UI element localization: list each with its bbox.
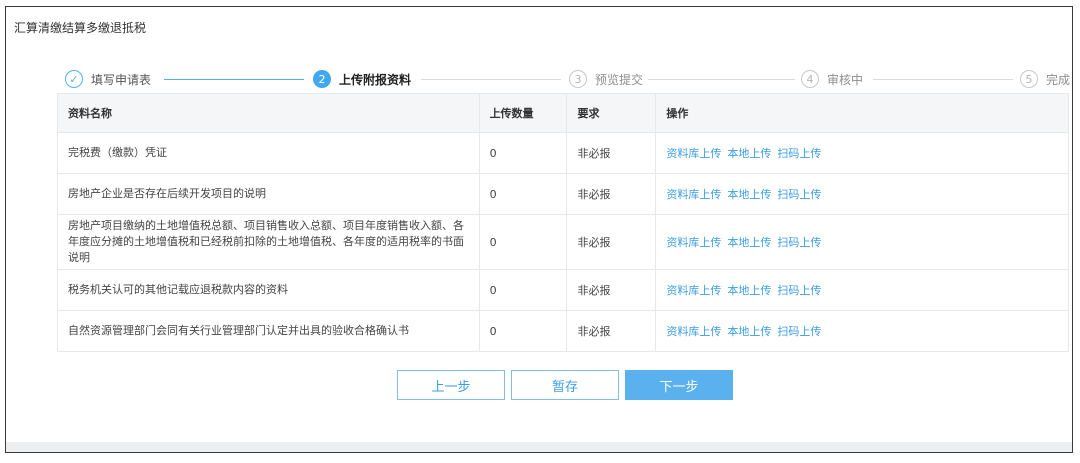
local-upload-link[interactable]: 本地上传 (727, 325, 771, 338)
step-5: 5 完成 (1020, 70, 1070, 88)
header-ops: 操作 (655, 93, 1069, 133)
prev-button[interactable]: 上一步 (397, 370, 505, 400)
requirement: 非必报 (566, 214, 657, 270)
library-upload-link[interactable]: 资料库上传 (666, 236, 721, 249)
local-upload-link[interactable]: 本地上传 (727, 147, 771, 160)
row-actions: 资料库上传 本地上传 扫码上传 (655, 214, 1069, 270)
requirement: 非必报 (566, 132, 657, 174)
scan-upload-link[interactable]: 扫码上传 (777, 325, 821, 338)
header-count: 上传数量 (478, 93, 568, 133)
table-row: 自然资源管理部门会同有关行业管理部门认定并出具的验收合格确认书 0 非必报 资料… (57, 310, 1069, 352)
library-upload-link[interactable]: 资料库上传 (666, 147, 721, 160)
table-row: 房地产项目缴纳的土地增值税总额、项目销售收入总额、项目年度销售收入额、各年度应分… (57, 214, 1069, 270)
step-number: 3 (569, 70, 587, 88)
step-connector (873, 79, 1013, 80)
attachments-table: 资料名称 上传数量 要求 操作 完税费（缴款）凭证 0 非必报 资料库上传 本地上… (57, 93, 1069, 352)
step-label: 审核中 (827, 72, 864, 87)
scan-upload-link[interactable]: 扫码上传 (777, 188, 821, 201)
doc-name: 房地产项目缴纳的土地增值税总额、项目销售收入总额、项目年度销售收入额、各年度应分… (57, 214, 480, 270)
step-connector (648, 79, 795, 80)
step-3: 3 预览提交 (569, 70, 643, 88)
library-upload-link[interactable]: 资料库上传 (666, 188, 721, 201)
doc-name: 自然资源管理部门会同有关行业管理部门认定并出具的验收合格确认书 (57, 310, 480, 352)
step-2: 2 上传附报资料 (313, 70, 411, 88)
step-4: 4 审核中 (801, 70, 863, 88)
local-upload-link[interactable]: 本地上传 (727, 284, 771, 297)
requirement: 非必报 (566, 310, 657, 352)
doc-name: 税务机关认可的其他记载应退税款内容的资料 (57, 269, 480, 311)
step-connector (164, 79, 304, 80)
library-upload-link[interactable]: 资料库上传 (666, 284, 721, 297)
upload-count: 0 (478, 269, 568, 311)
upload-count: 0 (478, 173, 568, 215)
step-label: 完成 (1046, 72, 1071, 87)
row-actions: 资料库上传 本地上传 扫码上传 (655, 173, 1069, 215)
next-button[interactable]: 下一步 (625, 370, 733, 400)
table-row: 完税费（缴款）凭证 0 非必报 资料库上传 本地上传 扫码上传 (57, 132, 1069, 174)
row-actions: 资料库上传 本地上传 扫码上传 (655, 269, 1069, 311)
scan-upload-link[interactable]: 扫码上传 (777, 147, 821, 160)
table-row: 税务机关认可的其他记载应退税款内容的资料 0 非必报 资料库上传 本地上传 扫码上传 (57, 269, 1069, 311)
row-actions: 资料库上传 本地上传 扫码上传 (655, 132, 1069, 174)
step-label: 上传附报资料 (339, 72, 412, 87)
header-name: 资料名称 (57, 93, 480, 133)
local-upload-link[interactable]: 本地上传 (727, 236, 771, 249)
save-draft-button[interactable]: 暂存 (511, 370, 619, 400)
row-actions: 资料库上传 本地上传 扫码上传 (655, 310, 1069, 352)
check-icon: ✓ (65, 70, 83, 88)
requirement: 非必报 (566, 269, 657, 311)
table-row: 房地产企业是否存在后续开发项目的说明 0 非必报 资料库上传 本地上传 扫码上传 (57, 173, 1069, 215)
library-upload-link[interactable]: 资料库上传 (666, 325, 721, 338)
upload-count: 0 (478, 214, 568, 270)
step-number: 2 (313, 70, 331, 88)
upload-count: 0 (478, 132, 568, 174)
page-title: 汇算清缴结算多缴退抵税 (14, 21, 147, 35)
doc-name: 房地产企业是否存在后续开发项目的说明 (57, 173, 480, 215)
doc-name: 完税费（缴款）凭证 (57, 132, 480, 174)
upload-count: 0 (478, 310, 568, 352)
bottom-bar (6, 442, 1072, 452)
step-label: 填写申请表 (91, 72, 152, 87)
scan-upload-link[interactable]: 扫码上传 (777, 236, 821, 249)
header-requirement: 要求 (566, 93, 657, 133)
requirement: 非必报 (566, 173, 657, 215)
table-header-row: 资料名称 上传数量 要求 操作 (57, 93, 1069, 133)
step-number: 5 (1020, 70, 1038, 88)
local-upload-link[interactable]: 本地上传 (727, 188, 771, 201)
step-1: ✓ 填写申请表 (65, 70, 151, 88)
step-connector (421, 79, 561, 80)
scan-upload-link[interactable]: 扫码上传 (777, 284, 821, 297)
step-number: 4 (801, 70, 819, 88)
step-label: 预览提交 (595, 72, 644, 87)
